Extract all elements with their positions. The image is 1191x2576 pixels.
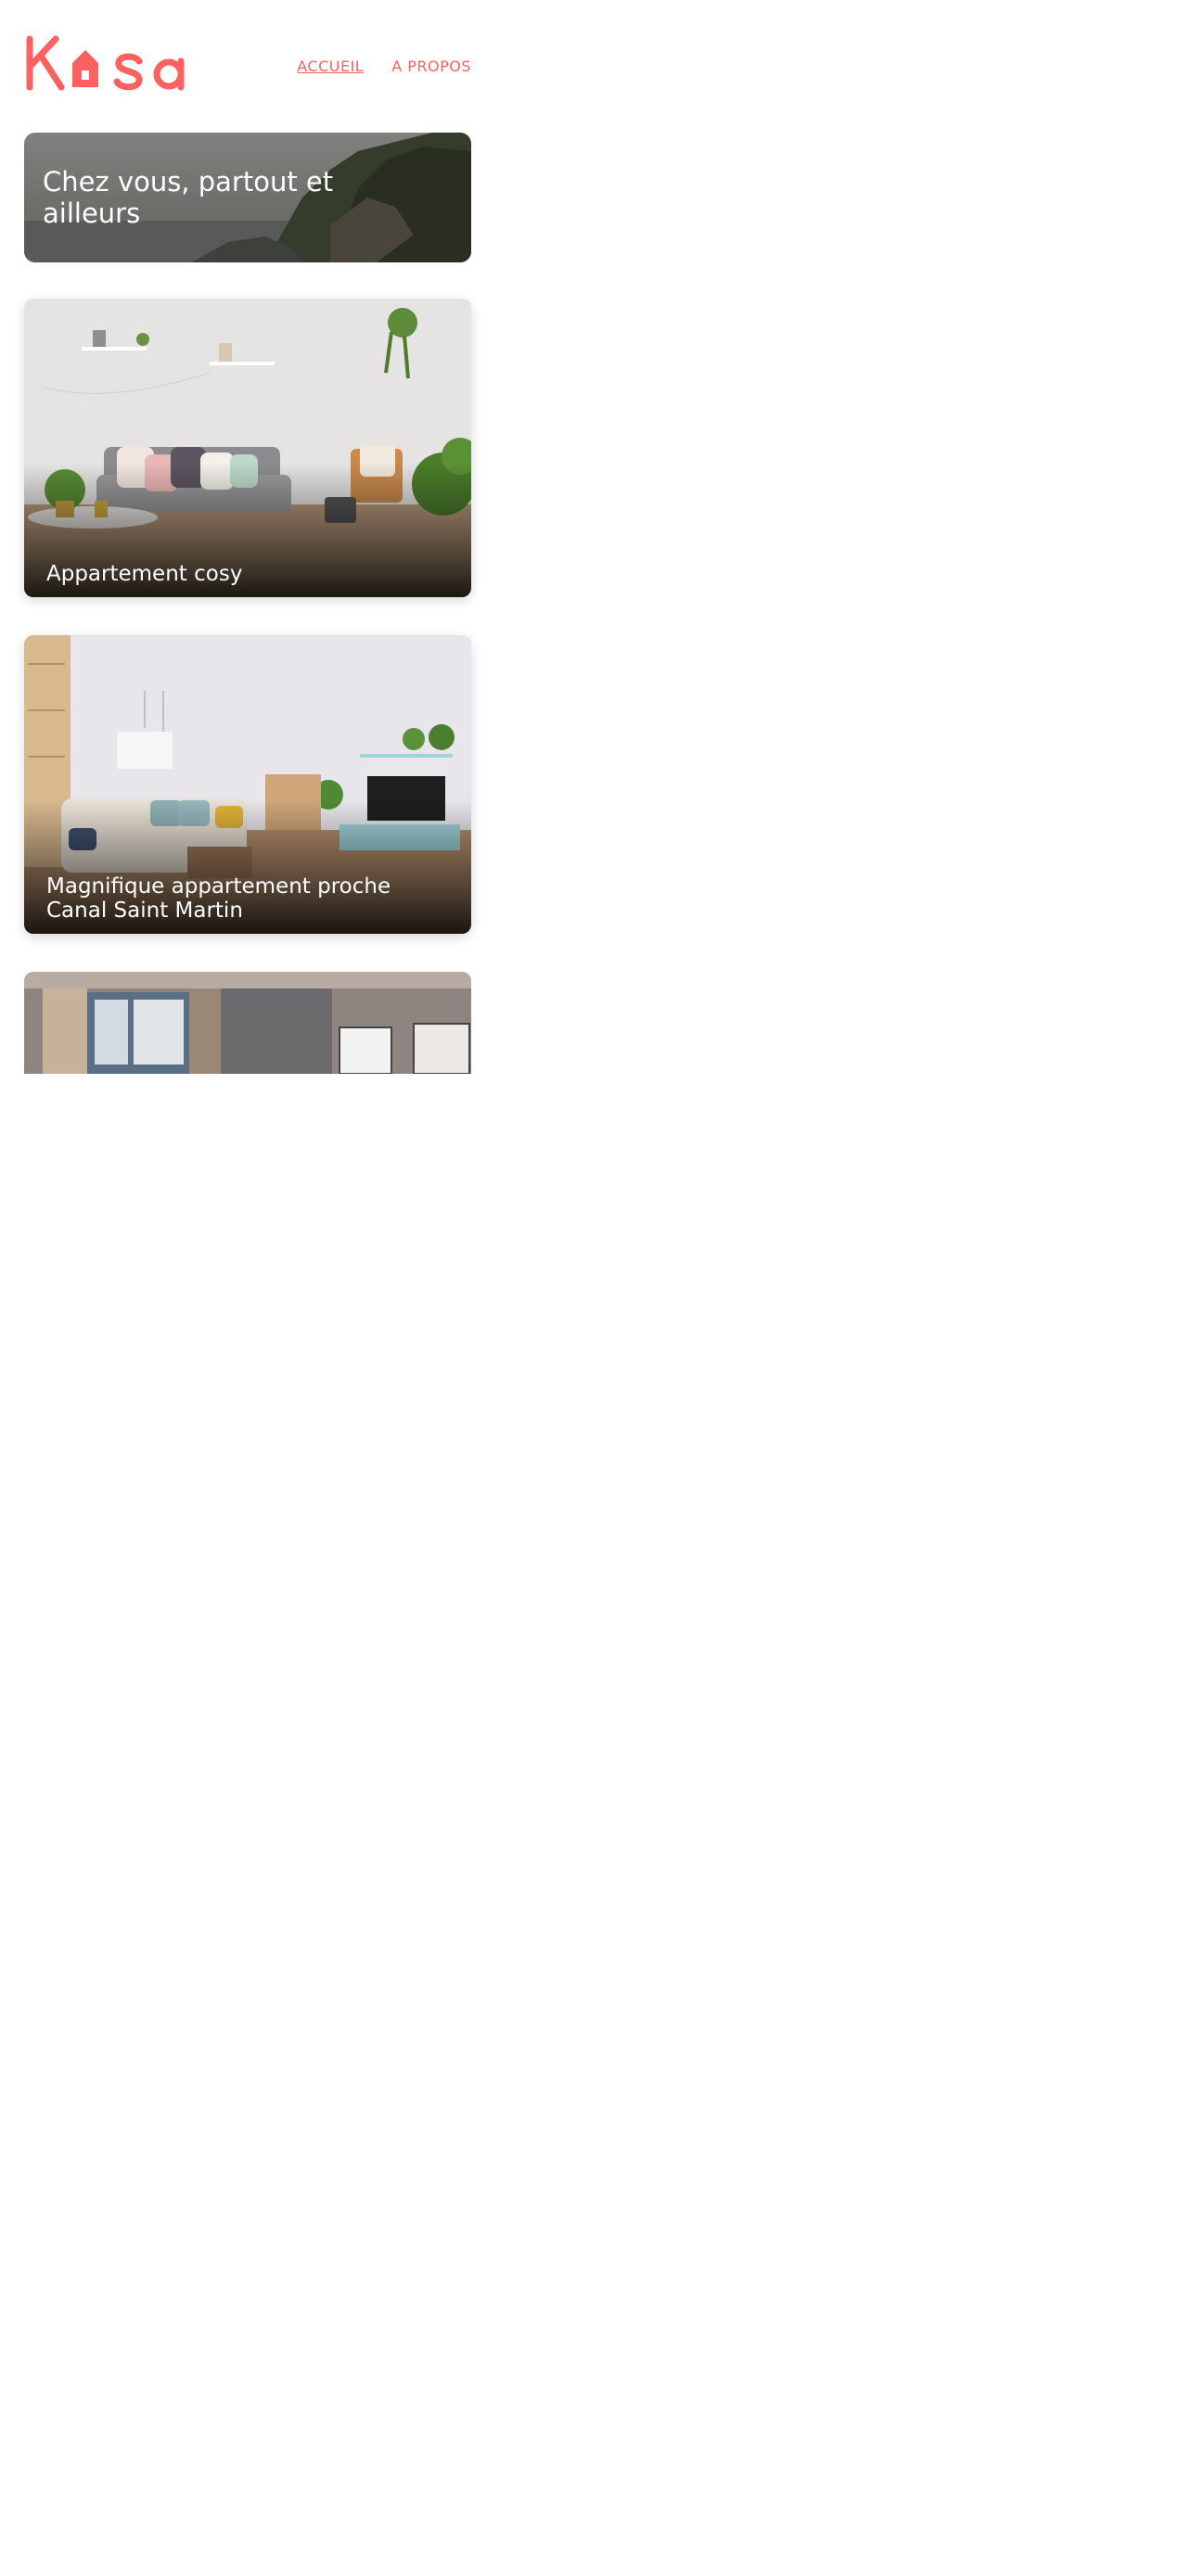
- listing-card[interactable]: Appartement cosy: [24, 299, 471, 597]
- site-header: ACCUEIL A PROPOS: [24, 28, 471, 93]
- listing-card[interactable]: [24, 972, 471, 1074]
- card-gradient: [24, 299, 471, 597]
- card-title: Magnifique appartement proche Canal Sain…: [46, 874, 391, 923]
- hero-banner: Chez vous, partout et ailleurs: [24, 133, 471, 262]
- listing-photo: [24, 972, 471, 1074]
- banner-title: Chez vous, partout et ailleurs: [43, 166, 334, 229]
- main-nav: ACCUEIL A PROPOS: [297, 57, 471, 75]
- card-title: Appartement cosy: [46, 562, 243, 586]
- kasa-logo[interactable]: [24, 35, 200, 91]
- nav-link-accueil[interactable]: ACCUEIL: [297, 57, 364, 75]
- nav-link-a-propos[interactable]: A PROPOS: [391, 57, 471, 75]
- listing-card[interactable]: Magnifique appartement proche Canal Sain…: [24, 635, 471, 934]
